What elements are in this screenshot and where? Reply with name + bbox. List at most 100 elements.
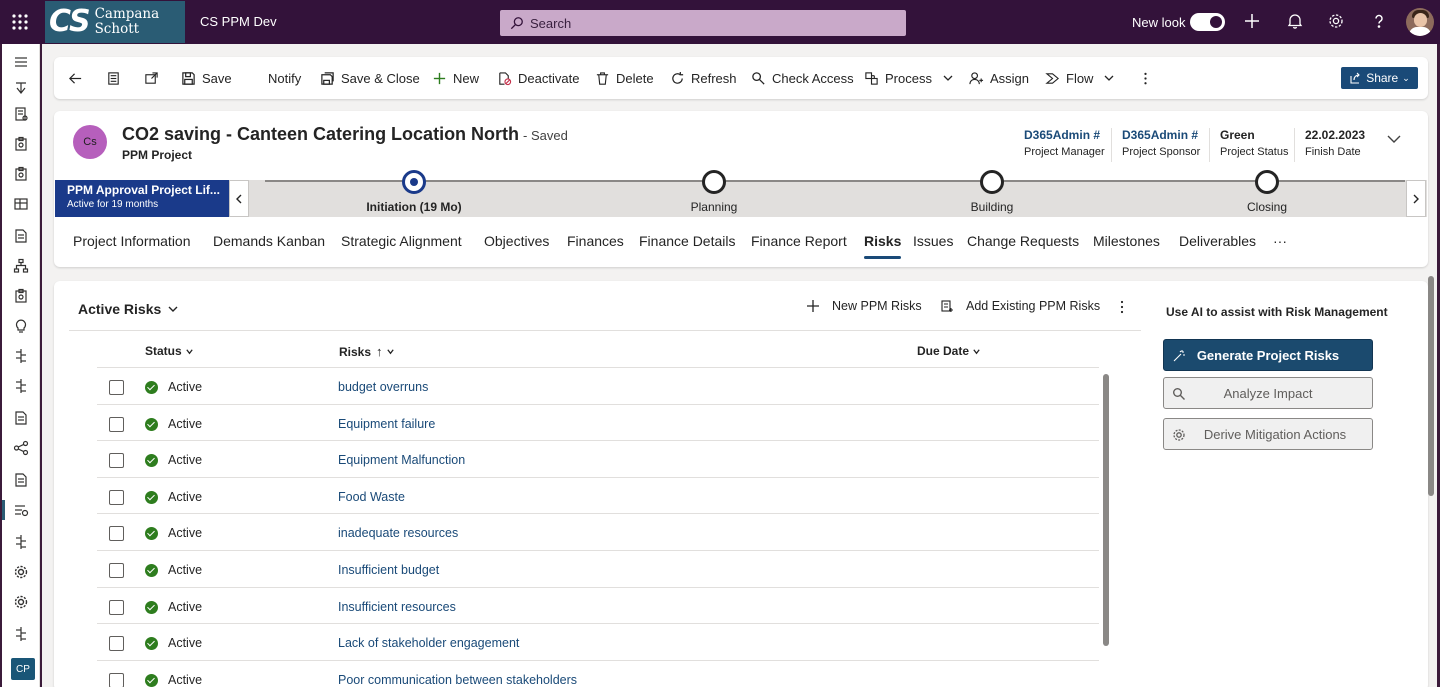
- help-icon[interactable]: [1370, 12, 1390, 32]
- app-name[interactable]: CS PPM Dev: [200, 14, 277, 29]
- row-checkbox[interactable]: [109, 489, 124, 505]
- assign-button[interactable]: Assign: [969, 57, 1029, 99]
- grid-more-commands-button[interactable]: [1114, 299, 1130, 315]
- tab-project-information[interactable]: Project Information: [73, 233, 191, 249]
- row-checkbox[interactable]: [109, 380, 124, 395]
- row-checkbox[interactable]: [109, 453, 124, 469]
- table-row[interactable]: Active Insufficient budget: [97, 551, 1099, 587]
- generate-project-risks-button[interactable]: Generate Project Risks: [1163, 339, 1373, 371]
- row-risk-link[interactable]: budget overruns: [338, 380, 428, 394]
- process-button[interactable]: Process: [864, 57, 954, 99]
- row-risk-link[interactable]: Equipment Malfunction: [338, 453, 465, 467]
- tab-risks[interactable]: Risks: [864, 233, 902, 259]
- row-risk-link[interactable]: Insufficient budget: [338, 563, 439, 577]
- nav-item-icon[interactable]: [11, 78, 31, 98]
- search-box[interactable]: Search: [500, 10, 906, 36]
- row-risk-link[interactable]: Insufficient resources: [338, 600, 456, 614]
- notify-button[interactable]: Notify: [268, 57, 301, 99]
- risk-list-icon[interactable]: [11, 500, 31, 520]
- add-existing-risks-button[interactable]: Add Existing PPM Risks: [940, 299, 1100, 313]
- row-checkbox[interactable]: [109, 416, 124, 432]
- row-risk-link[interactable]: inadequate resources: [338, 526, 458, 540]
- clipboard-icon[interactable]: [11, 164, 31, 184]
- flow-button[interactable]: Flow: [1045, 57, 1115, 99]
- check-access-button[interactable]: Check Access: [751, 57, 854, 99]
- stage-planning[interactable]: Planning: [624, 170, 804, 214]
- grid-scrollbar[interactable]: [1103, 374, 1109, 646]
- table-row[interactable]: Active budget overruns: [97, 368, 1099, 404]
- document-icon[interactable]: [11, 408, 31, 428]
- table-row[interactable]: Active Poor communication between stakeho…: [97, 661, 1099, 687]
- column-header-due-date[interactable]: Due Date: [917, 344, 981, 358]
- table-row[interactable]: Active Insufficient resources: [97, 588, 1099, 624]
- open-new-window-button[interactable]: [144, 57, 165, 99]
- row-risk-link[interactable]: Equipment failure: [338, 417, 435, 431]
- tab-issues[interactable]: Issues: [913, 233, 953, 249]
- company-logo[interactable]: CS Campana Schott: [45, 1, 185, 43]
- user-avatar[interactable]: [1406, 8, 1434, 36]
- column-header-status[interactable]: Status: [145, 344, 194, 358]
- row-risk-link[interactable]: Lack of stakeholder engagement: [338, 636, 519, 650]
- process-flag[interactable]: PPM Approval Project Lif... Active for 1…: [55, 180, 229, 217]
- tab-milestones[interactable]: Milestones: [1093, 233, 1160, 249]
- row-risk-link[interactable]: Food Waste: [338, 490, 405, 504]
- table-row[interactable]: Active inadequate resources: [97, 514, 1099, 550]
- stage-initiation[interactable]: Initiation (19 Mo): [324, 170, 504, 214]
- save-close-button[interactable]: Save & Close: [320, 57, 420, 99]
- form-view-button[interactable]: [106, 57, 127, 99]
- clipboard-icon[interactable]: [11, 286, 31, 306]
- table-row[interactable]: Active Equipment failure: [97, 405, 1099, 441]
- document-icon[interactable]: [11, 226, 31, 246]
- tab-change-requests[interactable]: Change Requests: [967, 233, 1079, 249]
- row-checkbox[interactable]: [109, 526, 124, 542]
- stage-building[interactable]: Building: [902, 170, 1082, 214]
- column-header-risks[interactable]: Risks ↑: [339, 344, 395, 359]
- gear-icon[interactable]: [1327, 12, 1347, 32]
- tab-strategic-alignment[interactable]: Strategic Alignment: [341, 233, 462, 249]
- back-button[interactable]: [68, 57, 89, 99]
- expand-header-icon[interactable]: [1386, 131, 1402, 147]
- row-risk-link[interactable]: Poor communication between stakeholders: [338, 673, 577, 687]
- share-nodes-icon[interactable]: [11, 438, 31, 458]
- process-next-button[interactable]: [1406, 180, 1426, 217]
- tab-finance-report[interactable]: Finance Report: [751, 233, 847, 249]
- row-checkbox[interactable]: [109, 563, 124, 578]
- table-icon[interactable]: [11, 194, 31, 214]
- document-icon[interactable]: [11, 470, 31, 490]
- cog-icon[interactable]: [11, 592, 31, 612]
- cog-icon[interactable]: [11, 562, 31, 582]
- analyze-impact-button[interactable]: Analyze Impact: [1163, 377, 1373, 409]
- tab-deliverables[interactable]: Deliverables: [1179, 233, 1256, 249]
- timeline-icon[interactable]: [11, 532, 31, 552]
- process-prev-button[interactable]: [229, 180, 249, 217]
- more-commands-button[interactable]: [1138, 57, 1159, 99]
- timeline-icon[interactable]: [11, 346, 31, 366]
- page-scrollbar[interactable]: [1428, 276, 1434, 496]
- area-switcher-badge[interactable]: CP: [11, 658, 35, 680]
- new-ppm-risks-button[interactable]: New PPM Risks: [806, 299, 922, 313]
- app-launcher-icon[interactable]: [8, 10, 34, 34]
- project-manager-value[interactable]: D365Admin #: [1024, 128, 1105, 142]
- derive-mitigation-actions-button[interactable]: Derive Mitigation Actions: [1163, 418, 1373, 450]
- org-chart-icon[interactable]: [11, 256, 31, 276]
- timeline-icon[interactable]: [11, 624, 31, 644]
- table-row[interactable]: Active Lack of stakeholder engagement: [97, 624, 1099, 660]
- share-button[interactable]: Share ⌄: [1341, 67, 1418, 89]
- header-field-project-sponsor[interactable]: D365Admin # Project Sponsor: [1122, 128, 1200, 162]
- new-look-toggle[interactable]: [1190, 13, 1225, 31]
- clipboard-icon[interactable]: [11, 134, 31, 154]
- stage-closing[interactable]: Closing: [1177, 170, 1357, 214]
- delete-button[interactable]: Delete: [595, 57, 654, 99]
- table-row[interactable]: Active Equipment Malfunction: [97, 441, 1099, 477]
- bell-icon[interactable]: [1286, 12, 1306, 32]
- header-field-project-manager[interactable]: D365Admin # Project Manager: [1024, 128, 1105, 162]
- more-tabs-button[interactable]: ···: [1273, 233, 1287, 249]
- lightbulb-icon[interactable]: [11, 316, 31, 336]
- save-button[interactable]: Save: [181, 57, 232, 99]
- tab-finance-details[interactable]: Finance Details: [639, 233, 736, 249]
- tab-objectives[interactable]: Objectives: [484, 233, 549, 249]
- new-button[interactable]: New: [432, 57, 479, 99]
- document-list-icon[interactable]: [11, 104, 31, 124]
- timeline-icon[interactable]: [11, 376, 31, 396]
- hamburger-icon[interactable]: [11, 52, 31, 72]
